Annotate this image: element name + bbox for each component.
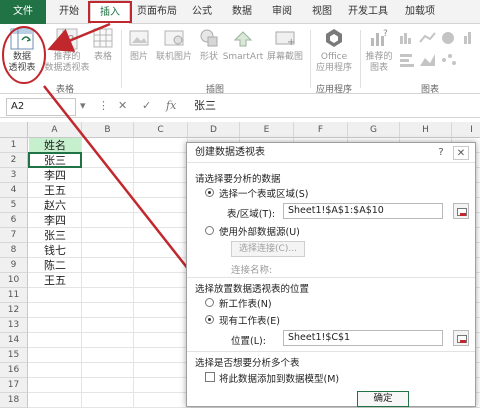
multi-table-heading: 选择是否想要分析多个表 <box>195 358 300 369</box>
dialog-title: 创建数据透视表 <box>187 143 475 163</box>
add-to-data-model-label: 将此数据添加到数据模型(M) <box>219 374 340 385</box>
location-label: 位置(L): <box>231 336 266 347</box>
help-button[interactable]: ? <box>433 146 449 160</box>
create-pivot-table-dialog: 创建数据透视表 ? ✕ 请选择要分析的数据 选择一个表或区域(S) 表/区域(T… <box>186 142 476 407</box>
ok-button[interactable]: 确定 <box>357 391 409 407</box>
location-picker-icon[interactable] <box>453 330 469 346</box>
external-source-radio[interactable] <box>205 226 214 235</box>
choose-data-heading: 请选择要分析的数据 <box>195 174 281 185</box>
table-range-input[interactable]: Sheet1!$A$1:$A$10 <box>283 203 443 219</box>
select-table-label: 选择一个表或区域(S) <box>219 189 309 200</box>
placement-heading: 选择放置数据透视表的位置 <box>195 284 310 295</box>
existing-sheet-radio[interactable] <box>205 315 214 324</box>
location-input[interactable]: Sheet1!$C$1 <box>283 330 443 346</box>
choose-connection-button[interactable]: 选择连接(C)... <box>231 241 305 257</box>
existing-sheet-label: 现有工作表(E) <box>219 316 280 327</box>
select-table-radio[interactable] <box>205 188 214 197</box>
dialog-separator <box>187 351 475 352</box>
connection-name-label: 连接名称: <box>231 265 273 276</box>
new-sheet-label: 新工作表(N) <box>219 299 272 310</box>
table-range-label: 表/区域(T): <box>227 209 276 220</box>
range-picker-icon[interactable] <box>453 203 469 219</box>
dialog-separator <box>187 277 475 278</box>
new-sheet-radio[interactable] <box>205 298 214 307</box>
close-button[interactable]: ✕ <box>453 146 469 160</box>
external-source-label: 使用外部数据源(U) <box>219 227 300 238</box>
add-to-data-model-checkbox[interactable] <box>205 372 215 382</box>
